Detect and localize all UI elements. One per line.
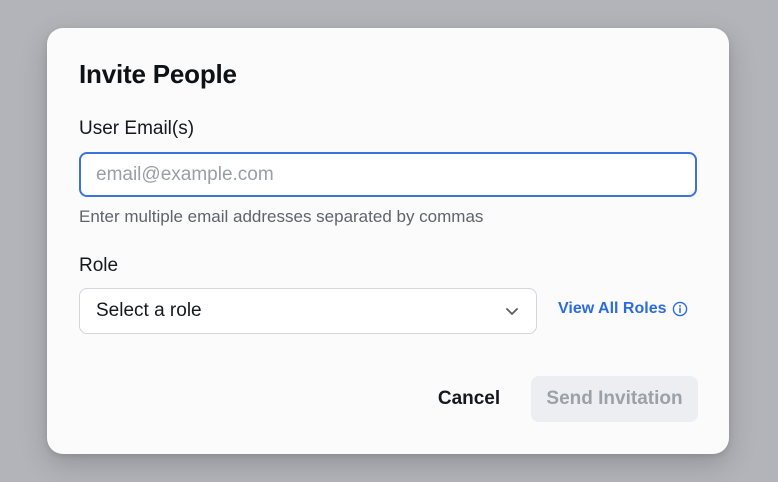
role-field-label: Role bbox=[79, 255, 119, 276]
email-helper-text: Enter multiple email addresses separated… bbox=[79, 207, 484, 226]
view-all-roles-link[interactable]: View All Roles bbox=[558, 298, 688, 320]
send-invitation-button[interactable]: Send Invitation bbox=[531, 376, 698, 422]
chevron-down-icon bbox=[504, 303, 520, 319]
email-field-label: User Email(s) bbox=[79, 118, 195, 139]
role-select-value: Select a role bbox=[96, 300, 202, 321]
invite-people-dialog: Invite People User Email(s) Enter multip… bbox=[47, 28, 729, 454]
view-all-roles-label: View All Roles bbox=[558, 300, 667, 317]
role-select[interactable]: Select a role bbox=[79, 288, 537, 334]
info-icon bbox=[672, 301, 688, 317]
email-input[interactable] bbox=[79, 152, 697, 197]
dialog-title: Invite People bbox=[79, 59, 237, 89]
cancel-button[interactable]: Cancel bbox=[425, 376, 513, 422]
